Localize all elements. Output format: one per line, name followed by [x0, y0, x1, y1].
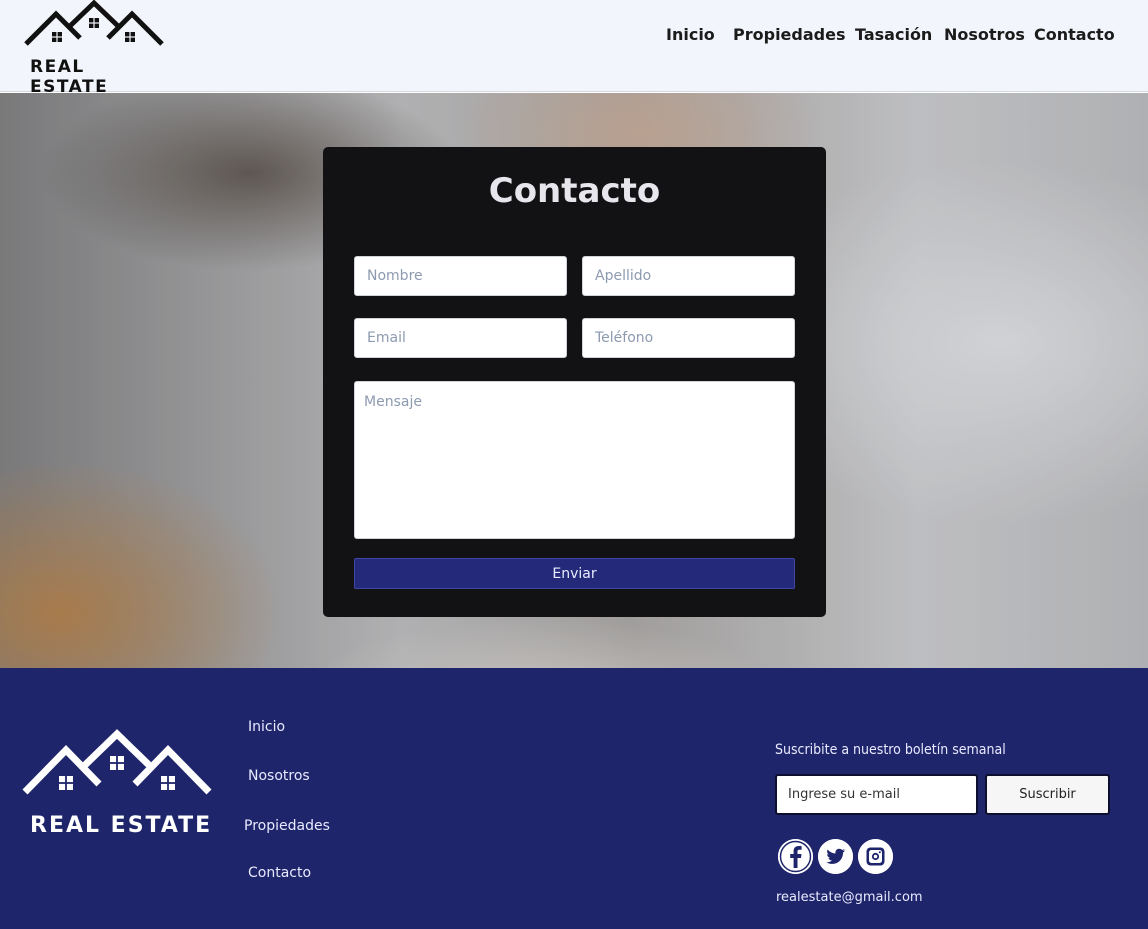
nav-item-propiedades[interactable]: Propiedades	[733, 25, 845, 44]
footer-link-nosotros[interactable]: Nosotros	[248, 768, 310, 784]
site-footer: REAL ESTATE Inicio Nosotros Propiedades …	[0, 668, 1148, 929]
brand-name: REAL ESTATE	[30, 57, 109, 97]
instagram-icon[interactable]	[858, 839, 893, 874]
telefono-field[interactable]	[582, 318, 795, 358]
site-header: REAL ESTATE Inicio Propiedades Tasación …	[0, 0, 1148, 97]
nav-item-tasacion[interactable]: Tasación	[855, 25, 932, 44]
facebook-icon[interactable]	[778, 839, 813, 874]
houses-logo-icon	[22, 729, 212, 795]
footer-link-propiedades[interactable]: Propiedades	[244, 818, 330, 834]
nombre-field[interactable]	[354, 256, 567, 296]
contact-form: Contacto Enviar	[323, 147, 826, 617]
newsletter-email-input[interactable]	[775, 774, 978, 815]
mensaje-field[interactable]	[354, 381, 795, 539]
nav-item-contacto[interactable]: Contacto	[1034, 25, 1115, 44]
twitter-icon[interactable]	[818, 839, 853, 874]
nav-item-nosotros[interactable]: Nosotros	[944, 25, 1025, 44]
nav-item-inicio[interactable]: Inicio	[666, 25, 715, 44]
email-field[interactable]	[354, 318, 567, 358]
footer-link-inicio[interactable]: Inicio	[248, 719, 285, 735]
enviar-button[interactable]: Enviar	[354, 558, 795, 589]
apellido-field[interactable]	[582, 256, 795, 296]
form-title: Contacto	[488, 171, 661, 211]
main-nav: Inicio Propiedades Tasación Nosotros Con…	[0, 25, 1148, 49]
newsletter-title: Suscribite a nuestro boletín semanal	[775, 742, 1006, 758]
subscribe-button[interactable]: Suscribir	[985, 774, 1110, 815]
footer-brand-name: REAL ESTATE	[30, 813, 213, 838]
contact-email: realestate@gmail.com	[776, 890, 923, 905]
footer-link-contacto[interactable]: Contacto	[248, 865, 311, 881]
